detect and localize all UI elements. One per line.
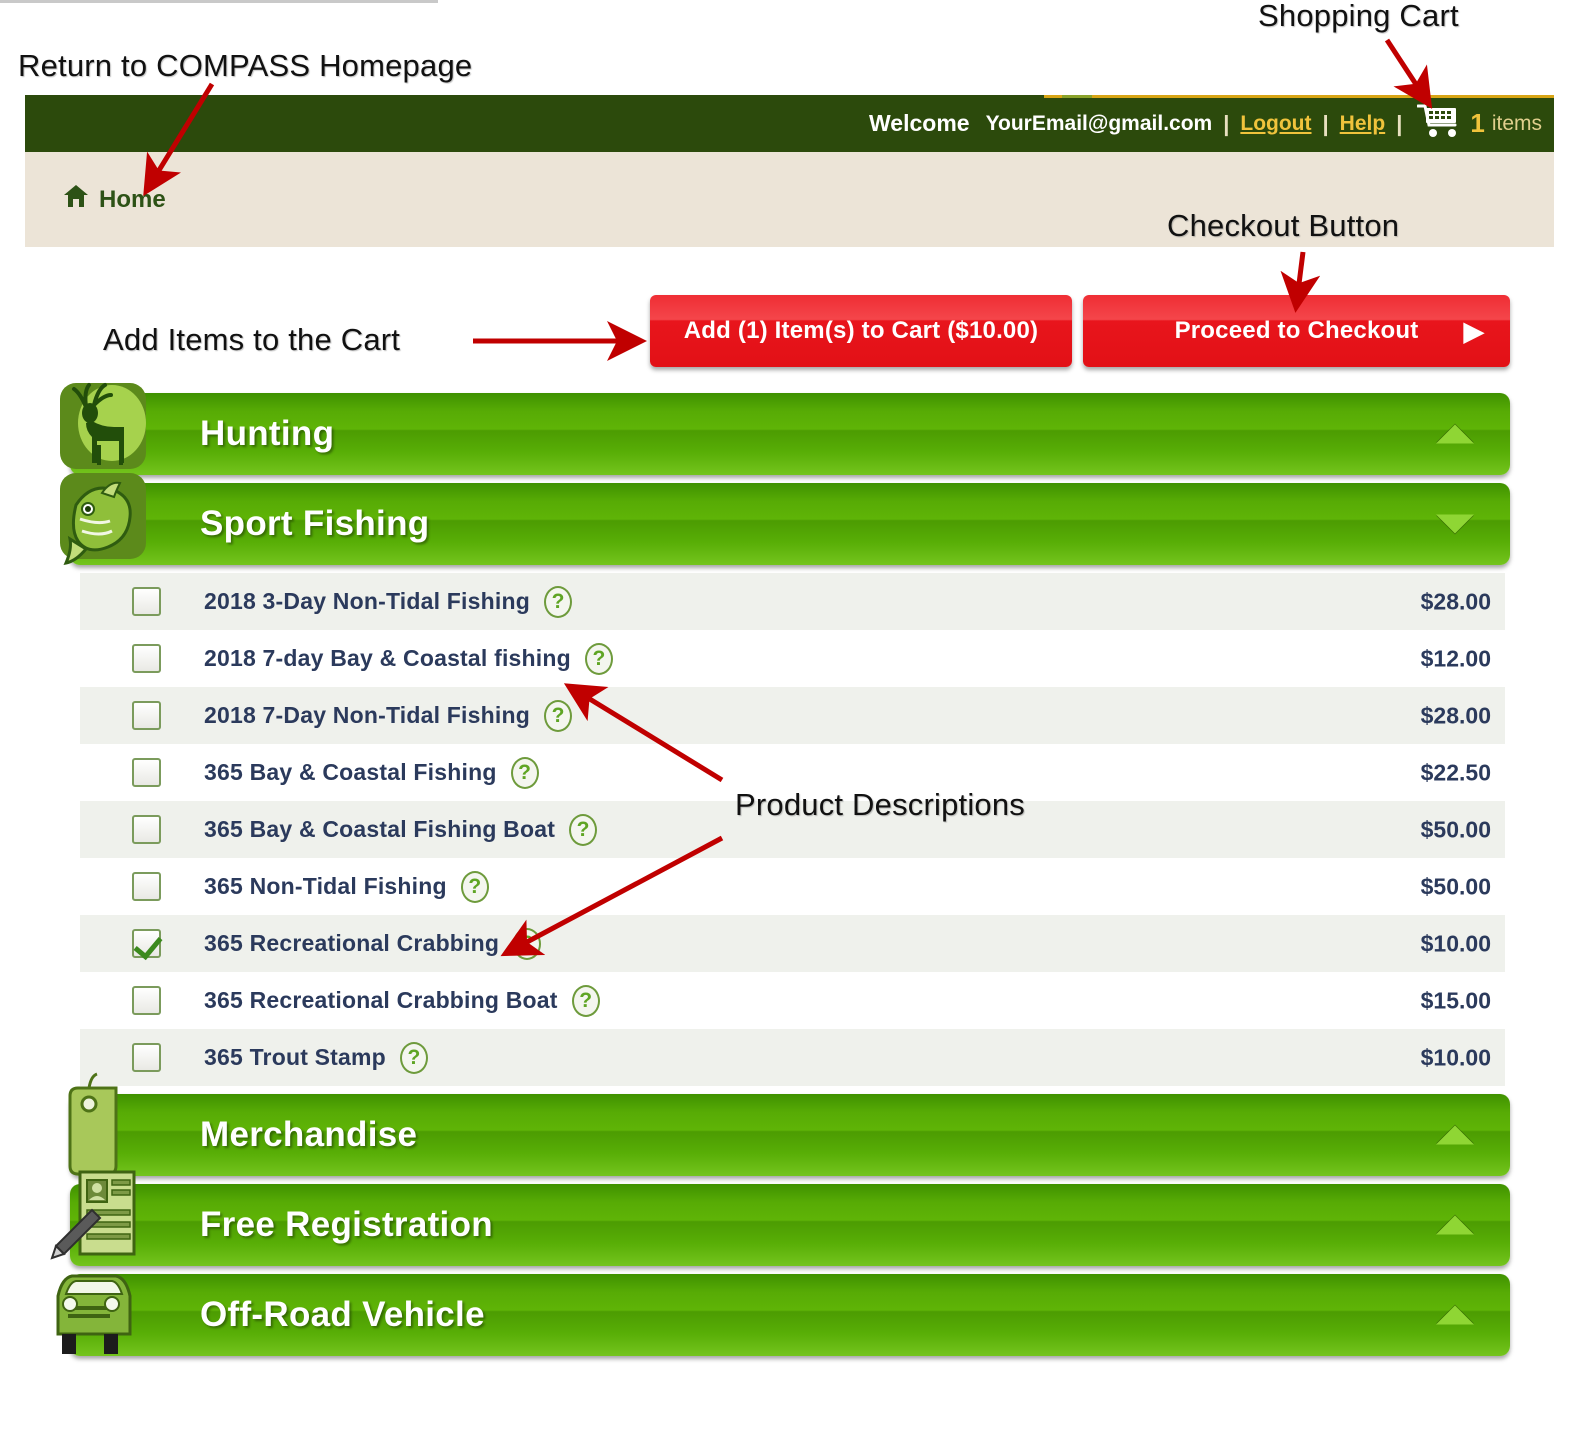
product-description-help-icon[interactable]: ? (510, 756, 539, 789)
cart-items-label: items (1491, 111, 1542, 135)
product-checkbox[interactable] (132, 872, 161, 901)
annotation-checkout-button: Checkout Button (1167, 208, 1400, 243)
product-description-help-icon[interactable]: ? (584, 642, 613, 675)
product-label: 365 Non-Tidal Fishing (204, 873, 447, 899)
caret-down-icon-sport-fishing[interactable] (1436, 514, 1474, 534)
product-price: $15.00 (1420, 987, 1491, 1013)
product-description-help-icon[interactable]: ? (513, 927, 542, 960)
separator-3: | (1396, 110, 1403, 136)
annotation-add-items: Add Items to the Cart (103, 322, 401, 357)
home-icon (63, 184, 89, 215)
separator-2: | (1322, 110, 1329, 136)
product-price: $10.00 (1420, 1044, 1491, 1070)
category-title-free-registration: Free Registration (200, 1205, 493, 1244)
category-bar-off-road-vehicle[interactable]: Off-Road Vehicle (56, 1274, 1510, 1356)
header-gold-rule (1044, 95, 1554, 98)
product-checkbox[interactable] (132, 815, 161, 844)
product-description-help-icon[interactable]: ? (569, 813, 598, 846)
annotation-shopping-cart: Shopping Cart (1258, 0, 1459, 33)
breadcrumb-item-home[interactable]: Home (63, 184, 166, 215)
breadcrumb-home-label: Home (99, 185, 166, 213)
arrow-shopping-cart (1384, 38, 1433, 109)
category-bar-hunting[interactable]: Hunting (60, 383, 1510, 475)
product-price: $28.00 (1420, 588, 1491, 614)
user-email: YourEmail@gmail.com (985, 111, 1213, 135)
product-list-sport-fishing: 2018 3-Day Non-Tidal Fishing ? $28.00 20… (80, 573, 1505, 1086)
product-description-help-icon[interactable]: ? (543, 585, 572, 618)
category-title-hunting: Hunting (200, 414, 335, 453)
product-description-help-icon[interactable]: ? (460, 870, 489, 903)
product-row[interactable]: 365 Recreational Crabbing Boat ? $15.00 (80, 972, 1505, 1029)
product-label: 365 Recreational Crabbing Boat (204, 987, 558, 1013)
product-price: $50.00 (1420, 873, 1491, 899)
utility-header-bar: Welcome YourEmail@gmail.com | Logout | H… (25, 95, 1554, 152)
product-label: 365 Recreational Crabbing (204, 930, 500, 956)
annotation-product-descriptions: Product Descriptions (735, 787, 1026, 822)
logout-link[interactable]: Logout (1240, 112, 1311, 136)
welcome-label: Welcome (869, 110, 970, 136)
product-row[interactable]: 365 Non-Tidal Fishing ? $50.00 (80, 858, 1505, 915)
fish-icon (42, 461, 162, 573)
product-checkbox[interactable] (132, 1043, 161, 1072)
caret-up-icon-free-registration[interactable] (1436, 1215, 1474, 1235)
category-bar-free-registration[interactable]: Free Registration (50, 1170, 1510, 1266)
product-price: $50.00 (1420, 816, 1491, 842)
cart-item-count: 1 (1470, 108, 1485, 138)
add-items-to-cart-button[interactable]: Add (1) Item(s) to Cart ($10.00) (650, 295, 1072, 367)
caret-up-icon-merchandise[interactable] (1436, 1125, 1474, 1145)
category-bar-sport-fishing[interactable]: Sport Fishing (60, 473, 1510, 566)
header-olive-rule (1062, 95, 1092, 98)
product-row[interactable]: 365 Trout Stamp ? $10.00 (80, 1029, 1505, 1086)
category-title-off-road-vehicle: Off-Road Vehicle (200, 1295, 485, 1334)
product-label: 2018 7-Day Non-Tidal Fishing (204, 702, 530, 728)
category-title-merchandise: Merchandise (200, 1115, 418, 1154)
product-price: $10.00 (1420, 930, 1491, 956)
product-label: 2018 3-Day Non-Tidal Fishing (204, 588, 530, 614)
top-edge-rule (0, 0, 438, 3)
annotation-return-homepage: Return to COMPASS Homepage (18, 48, 473, 83)
category-bar-merchandise[interactable]: Merchandise (68, 1072, 1510, 1176)
product-description-help-icon[interactable]: ? (543, 699, 572, 732)
product-checkbox[interactable] (132, 929, 161, 958)
product-row[interactable]: 2018 7-day Bay & Coastal fishing ? $12.0… (80, 630, 1505, 687)
product-price: $28.00 (1420, 702, 1491, 728)
product-checkbox[interactable] (132, 701, 161, 730)
caret-up-icon-hunting[interactable] (1436, 424, 1474, 444)
product-row[interactable]: 2018 7-Day Non-Tidal Fishing ? $28.00 (80, 687, 1505, 744)
product-label: 365 Trout Stamp (204, 1044, 386, 1070)
shopping-cart-icon (1416, 103, 1463, 144)
caret-up-icon-off-road-vehicle[interactable] (1436, 1305, 1474, 1325)
product-label: 365 Bay & Coastal Fishing Boat (204, 816, 556, 842)
proceed-to-checkout-button[interactable]: Proceed to Checkout ▶ (1083, 295, 1510, 367)
shopping-cart-button[interactable]: 1 items (1416, 103, 1542, 144)
separator-1: | (1223, 110, 1230, 136)
checkout-label: Proceed to Checkout (1174, 317, 1419, 344)
product-label: 365 Bay & Coastal Fishing (204, 759, 497, 785)
product-description-help-icon[interactable]: ? (399, 1041, 428, 1074)
product-row[interactable]: 365 Recreational Crabbing ? $10.00 (80, 915, 1505, 972)
product-checkbox[interactable] (132, 644, 161, 673)
product-row[interactable]: 2018 3-Day Non-Tidal Fishing ? $28.00 (80, 573, 1505, 630)
product-checkbox[interactable] (132, 758, 161, 787)
chevron-right-icon: ▶ (1463, 316, 1484, 346)
product-description-help-icon[interactable]: ? (571, 984, 600, 1017)
product-price: $12.00 (1420, 645, 1491, 671)
product-label: 2018 7-day Bay & Coastal fishing (204, 645, 571, 671)
help-link[interactable]: Help (1340, 112, 1386, 136)
product-checkbox[interactable] (132, 587, 161, 616)
product-price: $22.50 (1420, 759, 1491, 785)
product-checkbox[interactable] (132, 986, 161, 1015)
compass-store-page: Welcome YourEmail@gmail.com | Logout | H… (25, 95, 1554, 1364)
off-road-truck-icon (42, 1252, 162, 1364)
category-title-sport-fishing: Sport Fishing (200, 504, 430, 543)
